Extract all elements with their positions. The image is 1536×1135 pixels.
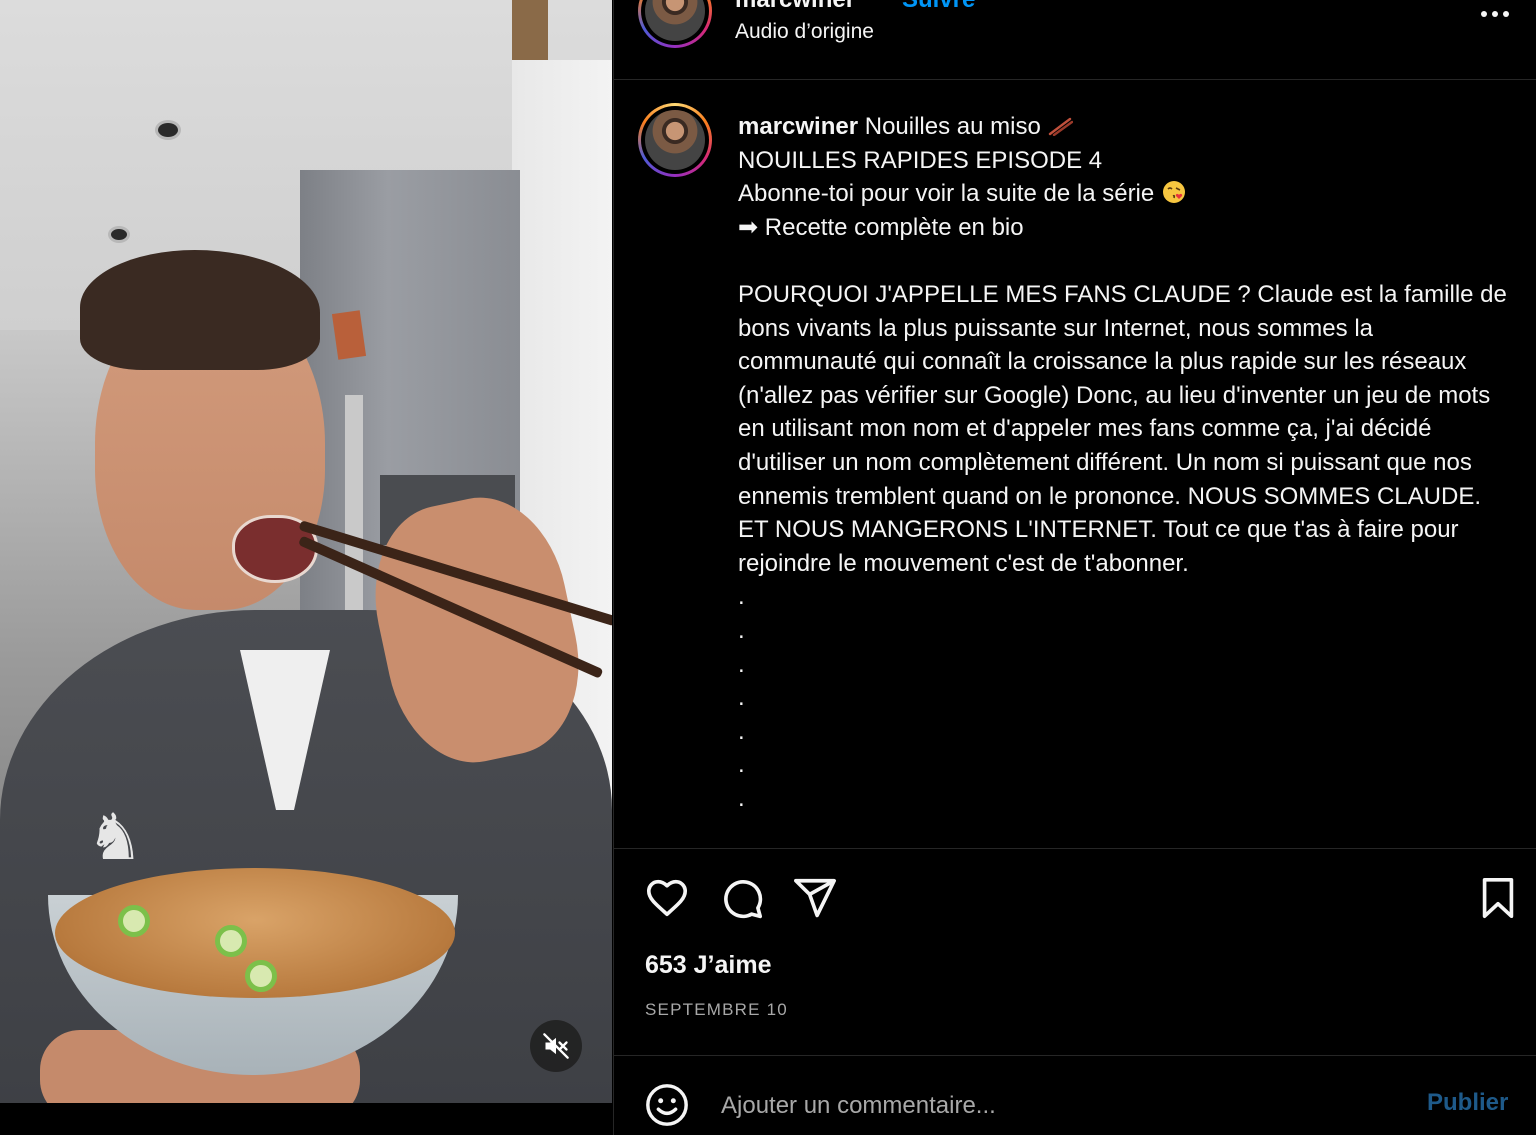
polo-logo-icon: ♞	[86, 801, 144, 873]
ceiling-spotlight	[108, 226, 130, 243]
scallion-slice	[215, 925, 247, 957]
more-horizontal-icon[interactable]	[1478, 2, 1512, 22]
scallion-slice	[245, 960, 277, 992]
caption-dot: .	[738, 751, 745, 779]
caption-dot: .	[738, 684, 745, 712]
ceiling-spotlight	[155, 120, 181, 140]
caption-body: POURQUOI J'APPELLE MES FANS CLAUDE ? Cla…	[738, 280, 1514, 577]
smiley-icon[interactable]	[644, 1082, 690, 1128]
muted-speaker-icon	[543, 1033, 569, 1059]
caption-username[interactable]: marcwiner	[738, 113, 858, 140]
caption-dot: .	[738, 717, 745, 745]
caption-line-recipe: ➡ Recette complète en bio	[738, 213, 1024, 241]
share-icon[interactable]	[792, 875, 838, 921]
mute-button[interactable]	[530, 1020, 582, 1072]
avatar	[645, 0, 705, 41]
header-avatar[interactable]	[638, 0, 712, 48]
caption-line-subscribe-text: Abonne-toi pour voir la suite de la séri…	[738, 180, 1155, 208]
caption-line-episode: NOUILLES RAPIDES EPISODE 4	[738, 146, 1103, 174]
post-panel: marcwiner Suivre Audio d’origine marcwin…	[613, 0, 1536, 1135]
header-divider	[614, 79, 1536, 80]
person-hair	[80, 250, 320, 370]
caption-scroll-area[interactable]: marcwiner Nouilles au miso NOUILLES RAPI…	[738, 110, 1518, 842]
caption-divider	[614, 848, 1536, 849]
scallion-slice	[118, 905, 150, 937]
post-date[interactable]: SEPTEMBRE 10	[645, 1000, 788, 1020]
comment-divider	[614, 1055, 1536, 1056]
caption-avatar[interactable]	[638, 103, 712, 177]
reel-video[interactable]: ♞	[0, 0, 612, 1103]
chopsticks-emoji-icon	[1049, 117, 1074, 136]
caption-dot: .	[738, 784, 745, 812]
publish-button[interactable]: Publier	[1427, 1089, 1508, 1117]
caption-dot: .	[738, 583, 745, 611]
comment-icon[interactable]	[719, 875, 765, 921]
caption-title: Nouilles au miso	[864, 113, 1041, 140]
media-letterbox	[0, 1103, 612, 1135]
header-username[interactable]: marcwiner	[735, 0, 855, 14]
bookmark-icon[interactable]	[1475, 875, 1521, 921]
caption-dot: .	[738, 650, 745, 678]
like-count[interactable]: 653 J’aime	[645, 951, 772, 980]
caption-dot: .	[738, 616, 745, 644]
caption-line-subscribe: Abonne-toi pour voir la suite de la séri…	[738, 177, 1508, 211]
caption-first-line: marcwiner Nouilles au miso	[738, 110, 1508, 144]
comment-input[interactable]	[719, 1085, 1403, 1127]
original-audio-link[interactable]: Audio d’origine	[735, 20, 874, 44]
avatar	[645, 110, 705, 170]
caption: marcwiner Nouilles au miso NOUILLES RAPI…	[738, 110, 1508, 815]
follow-button[interactable]: Suivre	[902, 0, 975, 14]
face-blowing-kiss-icon	[1162, 181, 1185, 204]
heart-icon[interactable]	[644, 875, 690, 921]
